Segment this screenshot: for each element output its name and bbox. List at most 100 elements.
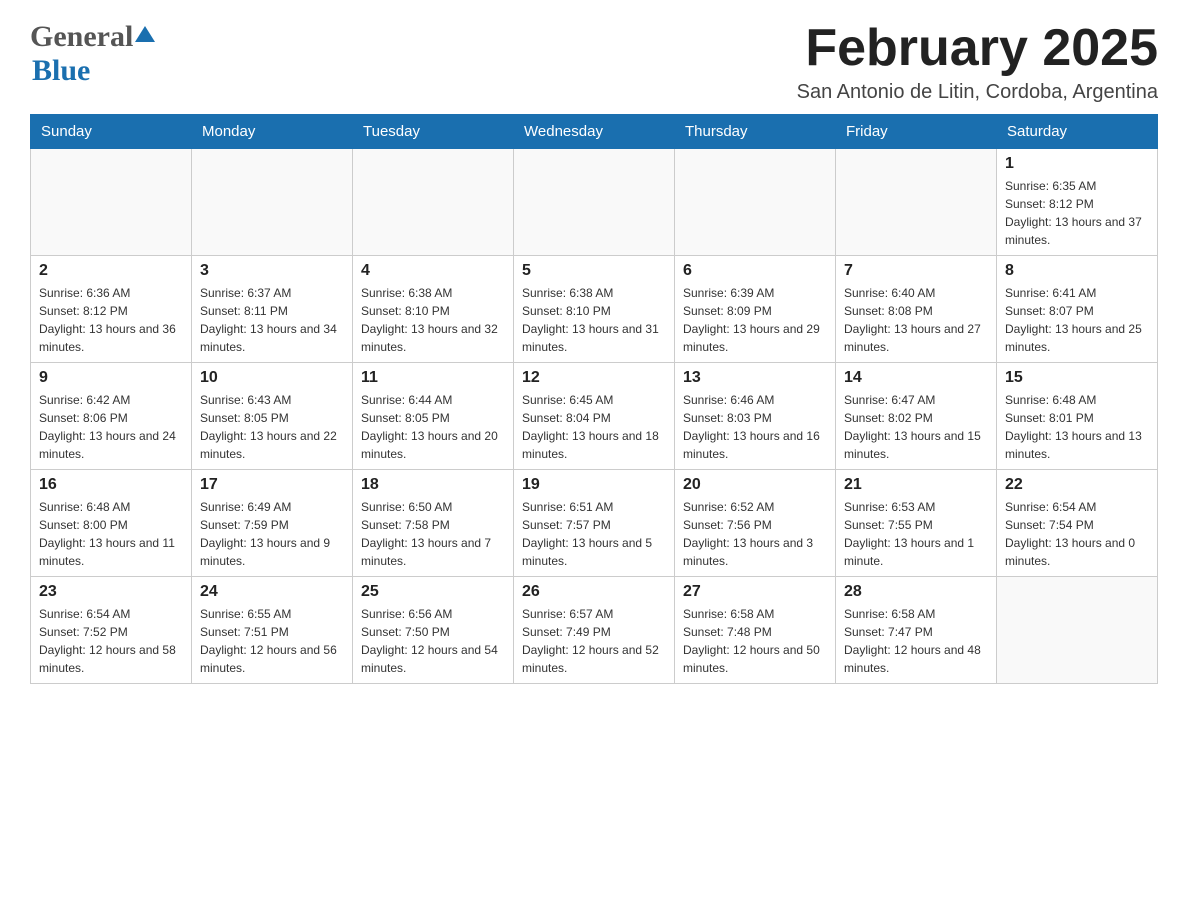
- table-row: 28Sunrise: 6:58 AMSunset: 7:47 PMDayligh…: [836, 577, 997, 684]
- header-monday: Monday: [192, 115, 353, 149]
- day-number: 13: [683, 369, 827, 387]
- table-row: 5 Sunrise: 6:38 AMSunset: 8:10 PMDaylight…: [514, 256, 675, 363]
- table-row: 7 Sunrise: 6:40 AMSunset: 8:08 PMDaylight…: [836, 256, 997, 363]
- table-row: 20Sunrise: 6:52 AMSunset: 7:56 PMDayligh…: [675, 470, 836, 577]
- day-info: Sunrise: 6:38 AMSunset: 8:10 PMDaylight:…: [522, 284, 666, 356]
- table-row: 18 Sunrise: 6:50 AMSunset: 7:58 PMDayligh…: [353, 470, 514, 577]
- day-number: 8: [1005, 262, 1149, 280]
- page-header: General Blue February 2025 San Antonio d…: [30, 20, 1158, 104]
- table-row: 11Sunrise: 6:44 AMSunset: 8:05 PMDayligh…: [353, 363, 514, 470]
- day-number: 25: [361, 583, 505, 601]
- table-row: 17 Sunrise: 6:49 AMSunset: 7:59 PMDayligh…: [192, 470, 353, 577]
- calendar-week-row: 23Sunrise: 6:54 AMSunset: 7:52 PMDayligh…: [31, 577, 1158, 684]
- table-row: 3 Sunrise: 6:37 AMSunset: 8:11 PMDaylight…: [192, 256, 353, 363]
- header-sunday: Sunday: [31, 115, 192, 149]
- table-row: [192, 149, 353, 256]
- day-info: Sunrise: 6:55 AMSunset: 7:51 PMDaylight:…: [200, 605, 344, 677]
- day-info: Sunrise: 6:39 AMSunset: 8:09 PMDaylight:…: [683, 284, 827, 356]
- table-row: 24 Sunrise: 6:55 AMSunset: 7:51 PMDayligh…: [192, 577, 353, 684]
- table-row: [353, 149, 514, 256]
- table-row: 14 Sunrise: 6:47 AMSunset: 8:02 PMDayligh…: [836, 363, 997, 470]
- day-number: 15: [1005, 369, 1149, 387]
- table-row: 8Sunrise: 6:41 AMSunset: 8:07 PMDaylight…: [997, 256, 1158, 363]
- day-number: 6: [683, 262, 827, 280]
- header-tuesday: Tuesday: [353, 115, 514, 149]
- day-number: 17: [200, 476, 344, 494]
- logo-general-text: General: [30, 20, 133, 54]
- table-row: 6 Sunrise: 6:39 AMSunset: 8:09 PMDaylight…: [675, 256, 836, 363]
- table-row: 2 Sunrise: 6:36 AMSunset: 8:12 PMDaylight…: [31, 256, 192, 363]
- table-row: 9Sunrise: 6:42 AMSunset: 8:06 PMDaylight…: [31, 363, 192, 470]
- title-area: February 2025 San Antonio de Litin, Cord…: [797, 20, 1158, 104]
- calendar-week-row: 2 Sunrise: 6:36 AMSunset: 8:12 PMDaylight…: [31, 256, 1158, 363]
- day-number: 16: [39, 476, 183, 494]
- day-number: 12: [522, 369, 666, 387]
- table-row: 21 Sunrise: 6:53 AMSunset: 7:55 PMDayligh…: [836, 470, 997, 577]
- calendar-week-row: 1Sunrise: 6:35 AMSunset: 8:12 PMDaylight…: [31, 149, 1158, 256]
- table-row: [514, 149, 675, 256]
- day-info: Sunrise: 6:38 AMSunset: 8:10 PMDaylight:…: [361, 284, 505, 356]
- logo-area: General Blue: [30, 20, 157, 88]
- table-row: [836, 149, 997, 256]
- logo-blue-text: Blue: [32, 54, 90, 87]
- table-row: 25Sunrise: 6:56 AMSunset: 7:50 PMDayligh…: [353, 577, 514, 684]
- table-row: 26 Sunrise: 6:57 AMSunset: 7:49 PMDayligh…: [514, 577, 675, 684]
- header-thursday: Thursday: [675, 115, 836, 149]
- logo-triangle-icon: [134, 24, 156, 46]
- day-number: 21: [844, 476, 988, 494]
- day-info: Sunrise: 6:35 AMSunset: 8:12 PMDaylight:…: [1005, 177, 1149, 249]
- table-row: [675, 149, 836, 256]
- day-info: Sunrise: 6:58 AMSunset: 7:48 PMDaylight:…: [683, 605, 827, 677]
- table-row: 1Sunrise: 6:35 AMSunset: 8:12 PMDaylight…: [997, 149, 1158, 256]
- table-row: 15 Sunrise: 6:48 AMSunset: 8:01 PMDayligh…: [997, 363, 1158, 470]
- day-info: Sunrise: 6:49 AMSunset: 7:59 PMDaylight:…: [200, 498, 344, 570]
- day-number: 3: [200, 262, 344, 280]
- table-row: 22 Sunrise: 6:54 AMSunset: 7:54 PMDayligh…: [997, 470, 1158, 577]
- header-friday: Friday: [836, 115, 997, 149]
- location-subtitle: San Antonio de Litin, Cordoba, Argentina: [797, 81, 1158, 104]
- calendar-week-row: 16 Sunrise: 6:48 AMSunset: 8:00 PMDayligh…: [31, 470, 1158, 577]
- day-number: 11: [361, 369, 505, 387]
- day-info: Sunrise: 6:45 AMSunset: 8:04 PMDaylight:…: [522, 391, 666, 463]
- day-number: 4: [361, 262, 505, 280]
- day-number: 10: [200, 369, 344, 387]
- table-row: 4 Sunrise: 6:38 AMSunset: 8:10 PMDaylight…: [353, 256, 514, 363]
- day-info: Sunrise: 6:36 AMSunset: 8:12 PMDaylight:…: [39, 284, 183, 356]
- day-info: Sunrise: 6:50 AMSunset: 7:58 PMDaylight:…: [361, 498, 505, 570]
- calendar-table: Sunday Monday Tuesday Wednesday Thursday…: [30, 114, 1158, 684]
- day-number: 14: [844, 369, 988, 387]
- table-row: 16 Sunrise: 6:48 AMSunset: 8:00 PMDayligh…: [31, 470, 192, 577]
- day-info: Sunrise: 6:54 AMSunset: 7:52 PMDaylight:…: [39, 605, 183, 677]
- day-info: Sunrise: 6:47 AMSunset: 8:02 PMDaylight:…: [844, 391, 988, 463]
- day-info: Sunrise: 6:53 AMSunset: 7:55 PMDaylight:…: [844, 498, 988, 570]
- day-number: 27: [683, 583, 827, 601]
- day-number: 2: [39, 262, 183, 280]
- month-title: February 2025: [797, 20, 1158, 77]
- day-number: 22: [1005, 476, 1149, 494]
- day-number: 20: [683, 476, 827, 494]
- day-number: 5: [522, 262, 666, 280]
- table-row: [31, 149, 192, 256]
- day-info: Sunrise: 6:58 AMSunset: 7:47 PMDaylight:…: [844, 605, 988, 677]
- logo: General: [30, 20, 157, 54]
- day-number: 7: [844, 262, 988, 280]
- day-info: Sunrise: 6:51 AMSunset: 7:57 PMDaylight:…: [522, 498, 666, 570]
- day-info: Sunrise: 6:48 AMSunset: 8:01 PMDaylight:…: [1005, 391, 1149, 463]
- table-row: 12 Sunrise: 6:45 AMSunset: 8:04 PMDayligh…: [514, 363, 675, 470]
- day-info: Sunrise: 6:37 AMSunset: 8:11 PMDaylight:…: [200, 284, 344, 356]
- day-number: 18: [361, 476, 505, 494]
- day-info: Sunrise: 6:43 AMSunset: 8:05 PMDaylight:…: [200, 391, 344, 463]
- day-info: Sunrise: 6:54 AMSunset: 7:54 PMDaylight:…: [1005, 498, 1149, 570]
- calendar-week-row: 9Sunrise: 6:42 AMSunset: 8:06 PMDaylight…: [31, 363, 1158, 470]
- day-number: 26: [522, 583, 666, 601]
- day-info: Sunrise: 6:46 AMSunset: 8:03 PMDaylight:…: [683, 391, 827, 463]
- header-wednesday: Wednesday: [514, 115, 675, 149]
- table-row: 27 Sunrise: 6:58 AMSunset: 7:48 PMDayligh…: [675, 577, 836, 684]
- day-info: Sunrise: 6:40 AMSunset: 8:08 PMDaylight:…: [844, 284, 988, 356]
- day-number: 19: [522, 476, 666, 494]
- day-info: Sunrise: 6:57 AMSunset: 7:49 PMDaylight:…: [522, 605, 666, 677]
- table-row: [997, 577, 1158, 684]
- day-info: Sunrise: 6:48 AMSunset: 8:00 PMDaylight:…: [39, 498, 183, 570]
- day-number: 24: [200, 583, 344, 601]
- table-row: 19 Sunrise: 6:51 AMSunset: 7:57 PMDayligh…: [514, 470, 675, 577]
